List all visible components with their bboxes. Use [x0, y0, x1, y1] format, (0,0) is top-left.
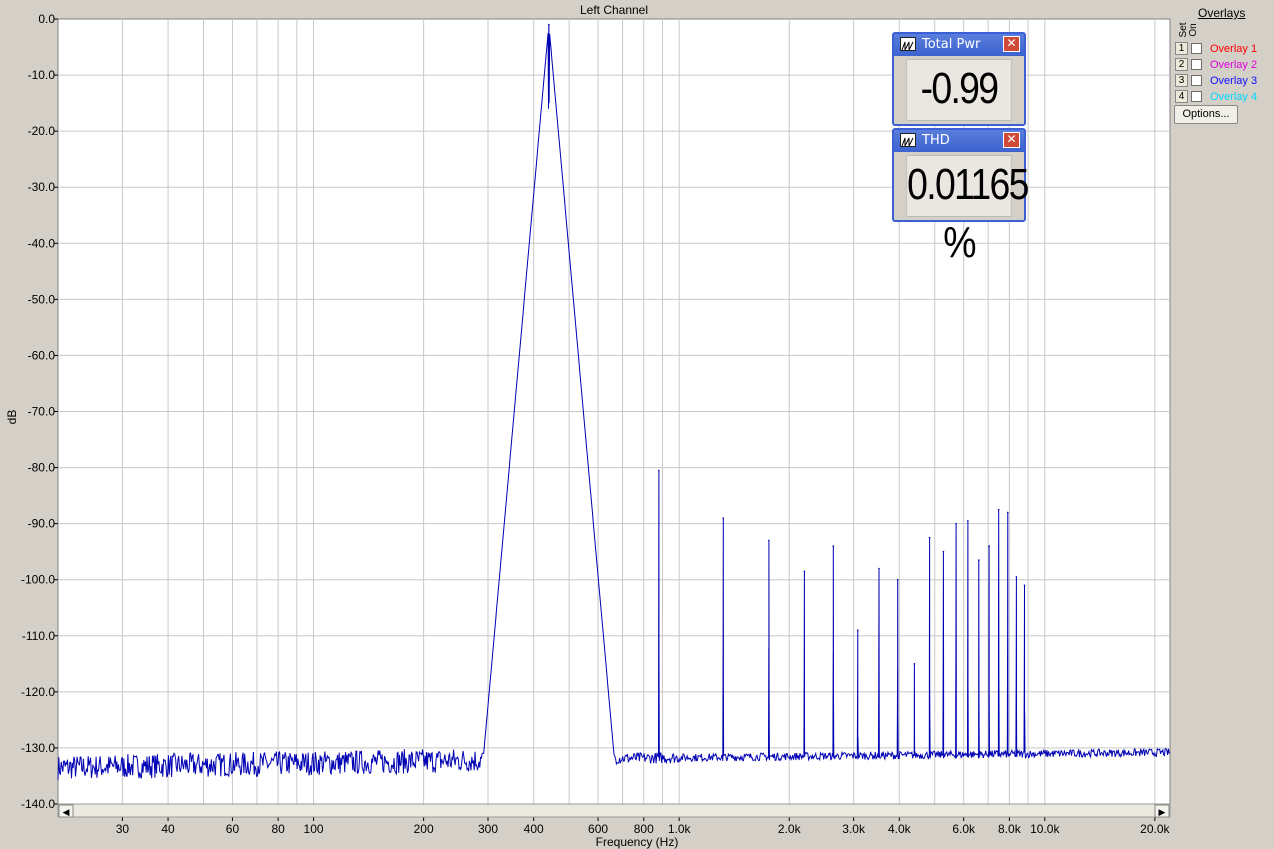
meter-title: THD [922, 133, 950, 148]
harmonic-peak [942, 550, 945, 553]
harmonic-peak [878, 567, 880, 570]
x-tick-label: 100 [304, 822, 324, 836]
total-power-meter[interactable]: Total Pwr ✕ -0.99 dB [892, 32, 1026, 171]
waveform-icon [900, 37, 916, 51]
y-tick-label: -100.0 [21, 573, 55, 587]
overlay-row-4: 4 Overlay 4 [1175, 90, 1273, 104]
harmonic-peak [857, 629, 859, 631]
x-tick-label: 2.0k [778, 822, 802, 836]
harmonic-peak [1015, 576, 1018, 578]
x-tick-label: 20.0k [1140, 822, 1170, 836]
spectrum-chart: Left Channel 0.0 -10.0 -20.0 -30.0 -40.0 -50.… [5, 3, 1171, 849]
close-icon[interactable]: ✕ [1003, 132, 1020, 148]
x-tick-label: 6.0k [952, 822, 976, 836]
overlay-row-3: 3 Overlay 3 [1175, 74, 1273, 88]
overlay-label: Overlay 1 [1210, 43, 1258, 55]
meter-titlebar[interactable]: Total Pwr ✕ [894, 34, 1024, 56]
harmonic-peak [768, 539, 770, 542]
harmonic-peak [803, 570, 806, 573]
harmonic-peak [955, 522, 957, 525]
overlay-label: Overlay 3 [1210, 75, 1258, 87]
overlay-set-button[interactable]: 4 [1175, 90, 1188, 103]
overlay-checkbox[interactable] [1191, 43, 1202, 54]
y-tick-label: -90.0 [28, 517, 56, 531]
y-tick-label: -130.0 [21, 741, 55, 755]
x-tick-label: 4.0k [888, 822, 912, 836]
y-tick-label: -20.0 [28, 124, 56, 138]
harmonic-peak [928, 536, 931, 539]
x-tick-label: 200 [414, 822, 434, 836]
horizontal-scrollbar[interactable]: ◀ ▶ [57, 803, 1171, 818]
x-tick-label: 1.0k [668, 822, 692, 836]
y-tick-label: -70.0 [28, 405, 56, 419]
overlays-title[interactable]: Overlays [1198, 6, 1245, 20]
y-tick-label: -80.0 [28, 461, 56, 475]
set-on-header: Set On [1178, 22, 1198, 37]
meter-titlebar[interactable]: THD ✕ [894, 130, 1024, 152]
overlay-row-1: 1 Overlay 1 [1175, 42, 1273, 56]
x-tick-label: 300 [478, 822, 498, 836]
harmonic-peak [988, 545, 990, 547]
waveform-icon [900, 133, 916, 147]
y-tick-label: -140.0 [21, 797, 55, 811]
x-axis-label: Frequency (Hz) [596, 835, 679, 849]
close-icon[interactable]: ✕ [1003, 36, 1020, 52]
x-tick-label: 400 [524, 822, 544, 836]
chart-title: Left Channel [580, 3, 648, 17]
overlay-label: Overlay 2 [1210, 59, 1258, 71]
x-tick-label: 600 [588, 822, 608, 836]
overlays-panel: Overlays Set On 1 Overlay 1 2 Overlay 2 … [1172, 0, 1274, 849]
harmonic-peak [913, 663, 916, 665]
x-tick-label: 40 [161, 822, 175, 836]
overlay-checkbox[interactable] [1191, 91, 1202, 102]
y-tick-label: -40.0 [28, 236, 56, 250]
overlay-set-button[interactable]: 3 [1175, 74, 1188, 87]
harmonic-peak [967, 520, 969, 522]
overlay-set-button[interactable]: 1 [1175, 42, 1188, 55]
harmonic-peak [896, 578, 899, 581]
y-tick-label: -110.0 [22, 629, 55, 643]
overlay-row-2: 2 Overlay 2 [1175, 58, 1273, 72]
x-tick-label: 3.0k [842, 822, 866, 836]
x-tick-label: 60 [226, 822, 240, 836]
fundamental-peak [548, 23, 550, 26]
harmonic-peak [658, 469, 660, 472]
y-axis-label: dB [5, 410, 19, 425]
y-tick-label: -120.0 [21, 685, 55, 699]
harmonic-peak [978, 559, 980, 561]
overlay-set-button[interactable]: 2 [1175, 58, 1188, 71]
x-tick-label: 8.0k [998, 822, 1022, 836]
scroll-right-icon: ▶ [1159, 808, 1166, 818]
on-label: On [1188, 23, 1198, 36]
thd-value: 0.01165 % [906, 155, 1029, 267]
overlay-label: Overlay 4 [1210, 91, 1258, 103]
meter-title: Total Pwr [922, 37, 981, 52]
harmonic-peak [722, 517, 725, 519]
scroll-left-icon: ◀ [63, 808, 70, 818]
overlay-checkbox[interactable] [1191, 75, 1202, 86]
x-tick-label: 10.0k [1030, 822, 1060, 836]
total-power-value: -0.99 dB [906, 59, 1012, 171]
x-tick-label: 800 [634, 822, 654, 836]
x-tick-label: 80 [271, 822, 285, 836]
y-tick-label: 0.0 [38, 12, 55, 26]
overlay-checkbox[interactable] [1191, 59, 1202, 70]
harmonic-peak [1006, 511, 1009, 514]
y-tick-label: -10.0 [28, 68, 56, 82]
y-tick-label: -50.0 [28, 292, 56, 306]
y-tick-label: -30.0 [28, 180, 56, 194]
options-button[interactable]: Options... [1174, 105, 1238, 124]
harmonic-peak [832, 545, 835, 547]
y-tick-label: -60.0 [28, 348, 56, 362]
thd-meter[interactable]: THD ✕ 0.01165 % [892, 128, 1029, 267]
harmonic-peak [1023, 584, 1026, 587]
x-tick-label: 30 [116, 822, 130, 836]
harmonic-peak [997, 508, 1000, 511]
